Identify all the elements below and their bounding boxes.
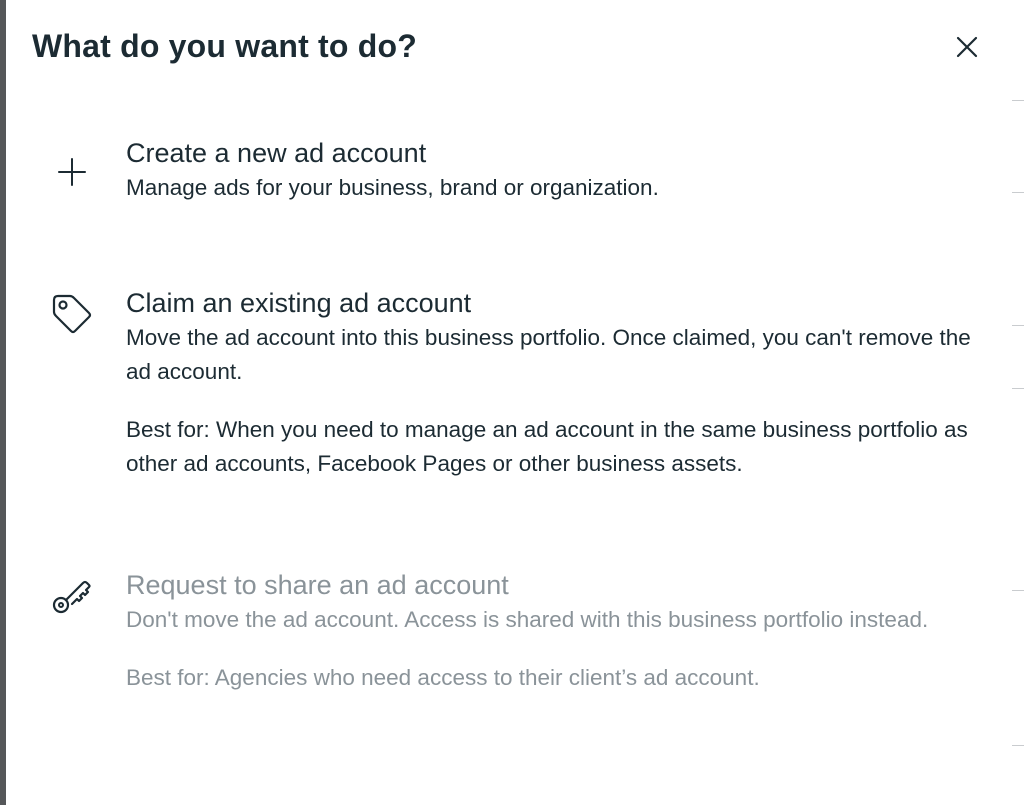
plus-icon — [50, 150, 94, 194]
option-title: Request to share an ad account — [126, 570, 509, 600]
option-description: Manage ads for your business, brand or o… — [126, 175, 659, 200]
option-description: Don't move the ad account. Access is sha… — [126, 607, 929, 632]
close-icon — [956, 36, 978, 58]
option-best-for: Best for: When you need to manage an ad … — [126, 417, 968, 476]
option-create-ad-account[interactable]: Create a new ad account Manage ads for y… — [6, 136, 1012, 216]
close-button[interactable] — [952, 32, 982, 62]
background-page — [1012, 0, 1024, 805]
dialog: What do you want to do? Create a new ad … — [6, 0, 1012, 805]
key-icon — [50, 572, 94, 616]
option-best-for: Best for: Agencies who need access to th… — [126, 665, 760, 690]
option-title: Claim an existing ad account — [126, 288, 472, 318]
option-title: Create a new ad account — [126, 138, 427, 168]
option-description: Move the ad account into this business p… — [126, 325, 971, 384]
option-request-share-ad-account: Request to share an ad account Don't mov… — [6, 568, 1012, 738]
dialog-title: What do you want to do? — [32, 28, 417, 64]
tag-icon — [50, 292, 94, 336]
option-claim-ad-account[interactable]: Claim an existing ad account Move the ad… — [6, 286, 1012, 486]
